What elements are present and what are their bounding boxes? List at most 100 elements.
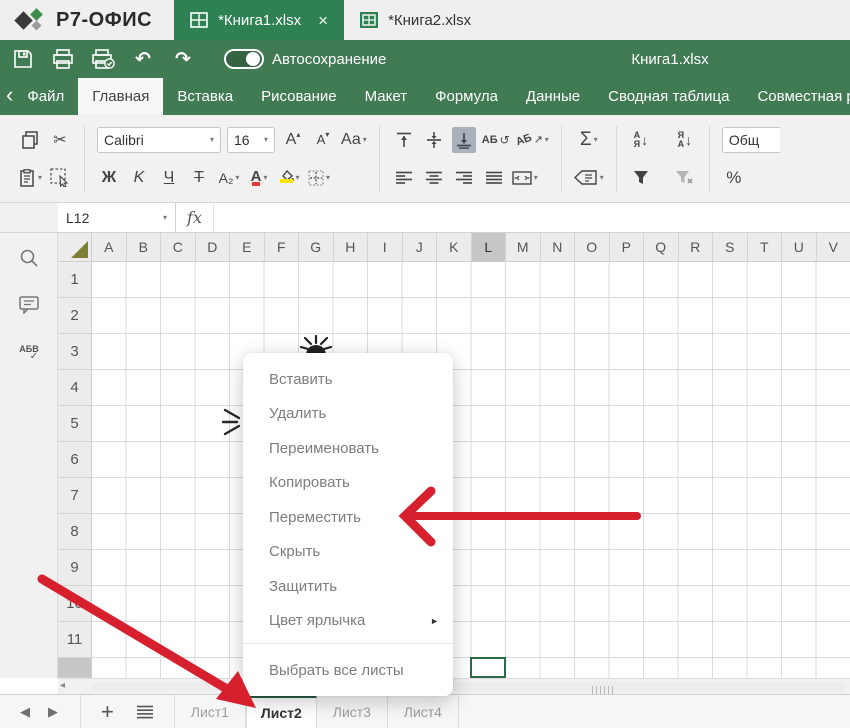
merge-cells-button[interactable]: ▾ [512, 165, 538, 191]
comments-button[interactable] [0, 288, 58, 322]
context-menu-item-защитить[interactable]: Защитить [243, 569, 453, 604]
cell-reference-box[interactable]: L12▾ [58, 203, 176, 232]
align-left-button[interactable] [392, 165, 416, 191]
row-header-1[interactable]: 1 [58, 262, 91, 298]
column-header-D[interactable]: D [196, 233, 231, 261]
row-header-6[interactable]: 6 [58, 442, 91, 478]
orientation-button[interactable]: АБ↗▾ [516, 127, 549, 153]
font-size-combo[interactable]: 16▾ [227, 127, 275, 153]
scroll-left-icon[interactable]: ◂ [60, 680, 65, 691]
context-menu-item-переименовать[interactable]: Переименовать [243, 431, 453, 466]
italic-button[interactable]: K [127, 165, 151, 191]
menu-tab-главная[interactable]: Главная [78, 78, 163, 115]
menu-tab-вставка[interactable]: Вставка [163, 78, 247, 115]
grid-cells[interactable] [92, 262, 850, 678]
sheet-tab-лист1[interactable]: Лист1 [175, 695, 246, 728]
number-format-combo[interactable]: Общ [722, 127, 780, 153]
column-header-O[interactable]: O [575, 233, 610, 261]
column-header-N[interactable]: N [541, 233, 576, 261]
next-sheet-button[interactable]: ▶ [48, 704, 58, 720]
quick-print-button[interactable] [86, 44, 120, 74]
menu-tab-сводная-таблица[interactable]: Сводная таблица [594, 78, 743, 115]
subscript-button[interactable]: А₂▾ [217, 165, 241, 191]
align-middle-button[interactable] [422, 127, 446, 153]
column-header-J[interactable]: J [403, 233, 438, 261]
percent-style-button[interactable]: % [722, 165, 746, 191]
spellcheck-button[interactable]: АБВ✓ [0, 336, 58, 370]
context-menu-item-копировать[interactable]: Копировать [243, 466, 453, 501]
row-header-5[interactable]: 5 [58, 406, 91, 442]
sheet-tab-лист3[interactable]: Лист3 [317, 695, 388, 728]
row-header-11[interactable]: 11 [58, 622, 91, 658]
column-header-P[interactable]: P [610, 233, 645, 261]
column-header-B[interactable]: B [127, 233, 162, 261]
column-header-I[interactable]: I [368, 233, 403, 261]
search-button[interactable] [0, 241, 58, 275]
context-menu-item-цвет-ярлычка[interactable]: Цвет ярлычка► [243, 604, 453, 639]
save-button[interactable] [6, 44, 40, 74]
align-top-button[interactable] [392, 127, 416, 153]
row-header-4[interactable]: 4 [58, 370, 91, 406]
column-header-Q[interactable]: Q [644, 233, 679, 261]
column-header-F[interactable]: F [265, 233, 300, 261]
column-header-L[interactable]: L [472, 233, 507, 261]
menu-tab-макет[interactable]: Макет [351, 78, 421, 115]
sort-descending-button[interactable]: ЯА↓ [673, 127, 697, 153]
column-header-H[interactable]: H [334, 233, 369, 261]
menu-tab-совместная-работа[interactable]: Совместная работа [743, 78, 850, 115]
column-header-S[interactable]: S [713, 233, 748, 261]
justify-button[interactable] [482, 165, 506, 191]
row-header-7[interactable]: 7 [58, 478, 91, 514]
column-header-T[interactable]: T [748, 233, 783, 261]
column-header-V[interactable]: V [817, 233, 850, 261]
column-header-R[interactable]: R [679, 233, 714, 261]
column-header-G[interactable]: G [299, 233, 334, 261]
row-header-12[interactable] [58, 658, 91, 678]
row-header-8[interactable]: 8 [58, 514, 91, 550]
undo-button[interactable]: ↶ [126, 44, 160, 74]
context-menu-item-вставить[interactable]: Вставить [243, 362, 453, 397]
sheet-list-button[interactable] [136, 705, 154, 719]
autosum-button[interactable]: Σ▾ [577, 127, 601, 153]
column-header-C[interactable]: C [161, 233, 196, 261]
clear-filter-button[interactable] [673, 165, 697, 191]
selected-cell-L12[interactable] [470, 657, 506, 678]
change-case-button[interactable]: Аа▾ [341, 127, 367, 153]
print-button[interactable] [46, 44, 80, 74]
copy-button[interactable] [18, 127, 42, 153]
prev-sheet-button[interactable]: ◀ [20, 704, 30, 720]
row-header-10[interactable]: 10 [58, 586, 91, 622]
fill-color-button[interactable]: ▾ [277, 165, 301, 191]
cut-button[interactable]: ✂ [48, 127, 72, 153]
row-header-3[interactable]: 3 [58, 334, 91, 370]
named-ranges-button[interactable]: ▾ [574, 165, 604, 191]
row-header-2[interactable]: 2 [58, 298, 91, 334]
context-menu-item-скрыть[interactable]: Скрыть [243, 535, 453, 570]
doc-tab-kniga1[interactable]: *Книга1.xlsx × [174, 0, 344, 40]
paste-button[interactable]: ▾ [18, 165, 42, 191]
doc-tab-kniga2[interactable]: *Книга2.xlsx [344, 0, 514, 40]
formula-input[interactable] [214, 203, 850, 232]
decrease-font-button[interactable]: А▾ [311, 127, 335, 153]
filter-button[interactable] [629, 165, 653, 191]
align-bottom-button[interactable] [452, 127, 476, 153]
scrollbar-thumb[interactable] [92, 682, 846, 691]
menu-tab-данные[interactable]: Данные [512, 78, 594, 115]
underline-button[interactable]: Ч [157, 165, 181, 191]
select-button[interactable] [48, 165, 72, 191]
autosave-toggle[interactable] [224, 49, 264, 69]
increase-font-button[interactable]: А▴ [281, 127, 305, 153]
row-header-9[interactable]: 9 [58, 550, 91, 586]
bold-button[interactable]: Ж [97, 165, 121, 191]
menu-tab-формула[interactable]: Формула [421, 78, 512, 115]
context-menu-item-переместить[interactable]: Переместить [243, 500, 453, 535]
insert-function-button[interactable]: fx [176, 203, 214, 232]
font-color-button[interactable]: А▾ [247, 165, 271, 191]
borders-button[interactable]: ▾ [307, 165, 331, 191]
column-header-K[interactable]: K [437, 233, 472, 261]
sort-ascending-button[interactable]: АЯ↓ [629, 127, 653, 153]
column-header-U[interactable]: U [782, 233, 817, 261]
menu-tab-рисование[interactable]: Рисование [247, 78, 351, 115]
menu-tab-файл[interactable]: Файл [13, 78, 78, 115]
close-icon[interactable]: × [318, 12, 328, 29]
